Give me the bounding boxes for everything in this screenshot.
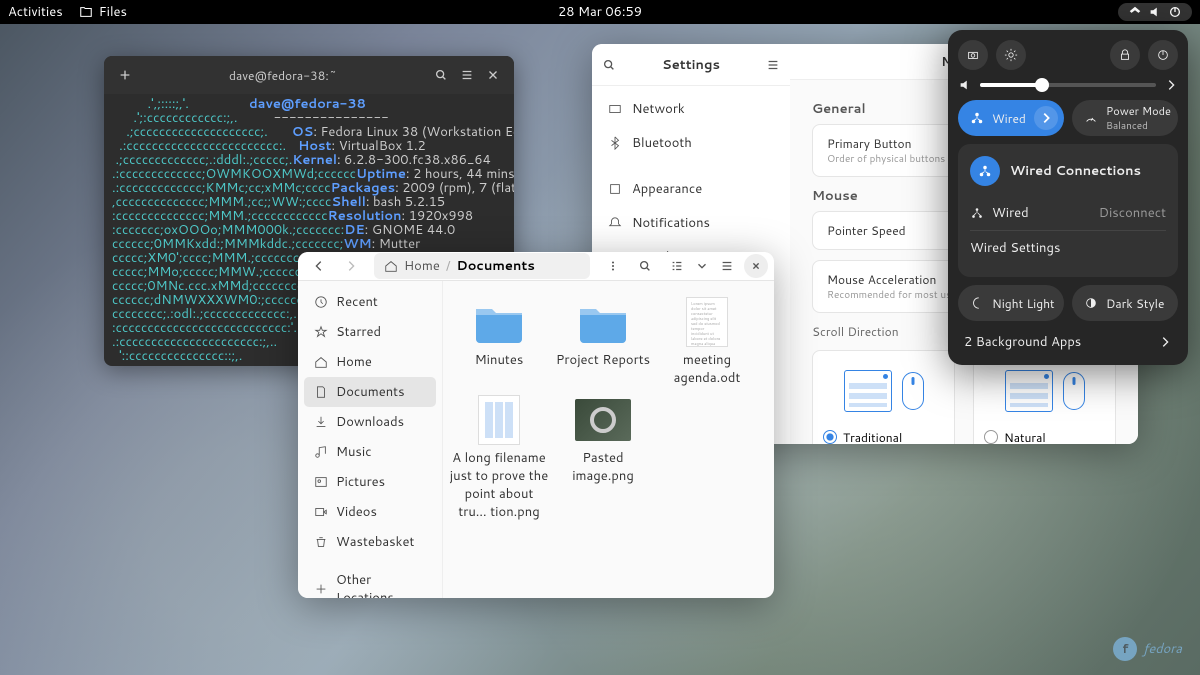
chevron-right-icon[interactable]	[1164, 78, 1178, 92]
appearance-icon	[608, 182, 622, 196]
sidebar-other[interactable]: Other Locations	[304, 565, 436, 598]
nav-notifications[interactable]: Notifications	[598, 206, 784, 240]
sidebar-videos[interactable]: Videos	[304, 497, 436, 527]
trash-icon	[314, 535, 328, 549]
network-icon	[1128, 5, 1142, 19]
picture-icon	[314, 475, 328, 489]
clock-icon	[314, 295, 328, 309]
settings-title: Settings	[624, 56, 758, 74]
sidebar-starred[interactable]: Starred	[304, 317, 436, 347]
nav-bluetooth[interactable]: Bluetooth	[598, 126, 784, 160]
network-icon	[608, 102, 622, 116]
chevron-right-icon	[1158, 335, 1172, 349]
back-button[interactable]	[304, 252, 334, 280]
download-icon	[314, 415, 328, 429]
file-item[interactable]: Project Reports	[553, 297, 653, 387]
sidebar-documents[interactable]: Documents	[304, 377, 436, 407]
network-icon	[970, 111, 984, 125]
file-item[interactable]: Pasted image.png	[553, 395, 653, 521]
menu-icon[interactable]	[766, 58, 780, 72]
search-button[interactable]	[428, 62, 454, 88]
volume-slider[interactable]	[980, 83, 1156, 87]
sidebar-trash[interactable]: Wastebasket	[304, 527, 436, 557]
close-button[interactable]	[744, 254, 768, 278]
more-button[interactable]	[598, 252, 628, 280]
terminal-titlebar[interactable]: dave@fedora-38:~	[104, 56, 514, 94]
close-button[interactable]	[480, 62, 506, 88]
file-item[interactable]: Lorem ipsum dolor sit amet consectetur a…	[657, 297, 757, 387]
plus-icon	[314, 582, 328, 596]
files-content[interactable]: Minutes Project Reports Lorem ipsum dolo…	[443, 281, 774, 598]
sidebar-music[interactable]: Music	[304, 437, 436, 467]
document-icon	[314, 385, 328, 399]
view-dropdown[interactable]	[694, 252, 710, 280]
bell-icon	[608, 216, 622, 230]
gauge-icon	[1084, 111, 1098, 125]
bluetooth-icon	[608, 136, 622, 150]
sidebar-pictures[interactable]: Pictures	[304, 467, 436, 497]
path-bar[interactable]: Home / Documents	[374, 253, 590, 279]
view-list-button[interactable]	[662, 252, 692, 280]
quick-settings-panel: Wired Power ModeBalanced Wired Connectio…	[948, 30, 1188, 365]
system-status-area[interactable]	[1118, 3, 1192, 21]
power-mode-toggle[interactable]: Power ModeBalanced	[1072, 100, 1178, 136]
files-window: Home / Documents Recent Starred Home Doc…	[298, 252, 774, 598]
files-header: Home / Documents	[298, 252, 774, 281]
activities-button[interactable]: Activities	[8, 3, 63, 21]
disconnect-button[interactable]: Disconnect	[1099, 204, 1166, 222]
wired-connections-panel: Wired Connections Wired Disconnect Wired…	[958, 144, 1178, 277]
power-button[interactable]	[1148, 40, 1178, 70]
screenshot-button[interactable]	[958, 40, 988, 70]
volume-icon	[1148, 5, 1162, 19]
new-tab-button[interactable]	[112, 62, 138, 88]
power-icon	[1168, 5, 1182, 19]
nav-appearance[interactable]: Appearance	[598, 172, 784, 206]
contrast-icon	[1084, 296, 1098, 310]
dark-style-toggle[interactable]: Dark Style	[1072, 285, 1178, 321]
home-icon	[384, 259, 398, 273]
lock-button[interactable]	[1110, 40, 1140, 70]
nav-network[interactable]: Network	[598, 92, 784, 126]
clock[interactable]: 28 Mar 06:59	[558, 3, 642, 21]
sidebar-home[interactable]: Home	[304, 347, 436, 377]
background-apps-button[interactable]: 2 Background Apps	[958, 329, 1178, 355]
moon-icon	[970, 296, 984, 310]
files-icon	[79, 5, 93, 19]
search-button[interactable]	[630, 252, 660, 280]
wired-connection-item[interactable]: Wired Disconnect	[970, 196, 1166, 231]
volume-icon	[958, 78, 972, 92]
hamburger-button[interactable]	[712, 252, 742, 280]
forward-button[interactable]	[336, 252, 366, 280]
network-icon	[970, 156, 1000, 186]
sidebar-recent[interactable]: Recent	[304, 287, 436, 317]
wired-settings-link[interactable]: Wired Settings	[970, 231, 1166, 265]
night-light-toggle[interactable]: Night Light	[958, 285, 1064, 321]
file-item[interactable]: Minutes	[449, 297, 549, 387]
radio-icon	[823, 430, 837, 444]
radio-icon	[984, 430, 998, 444]
star-icon	[314, 325, 328, 339]
menu-button[interactable]	[454, 62, 480, 88]
network-icon	[970, 206, 984, 220]
music-icon	[314, 445, 328, 459]
file-item[interactable]: A long filename just to prove the point …	[449, 395, 549, 521]
terminal-title: dave@fedora-38:~	[138, 67, 428, 84]
top-bar: Activities Files 28 Mar 06:59	[0, 0, 1200, 24]
home-icon	[314, 355, 328, 369]
fedora-logo: ffedora	[1113, 637, 1182, 661]
wired-toggle[interactable]: Wired	[958, 100, 1064, 136]
settings-button[interactable]	[996, 40, 1026, 70]
chevron-right-icon[interactable]	[1034, 106, 1058, 130]
sidebar-downloads[interactable]: Downloads	[304, 407, 436, 437]
files-app-indicator[interactable]: Files	[79, 3, 127, 21]
files-sidebar: Recent Starred Home Documents Downloads …	[298, 281, 443, 598]
scroll-traditional[interactable]: TraditionalScrolling moves the view	[812, 350, 955, 444]
search-icon[interactable]	[602, 58, 616, 72]
video-icon	[314, 505, 328, 519]
